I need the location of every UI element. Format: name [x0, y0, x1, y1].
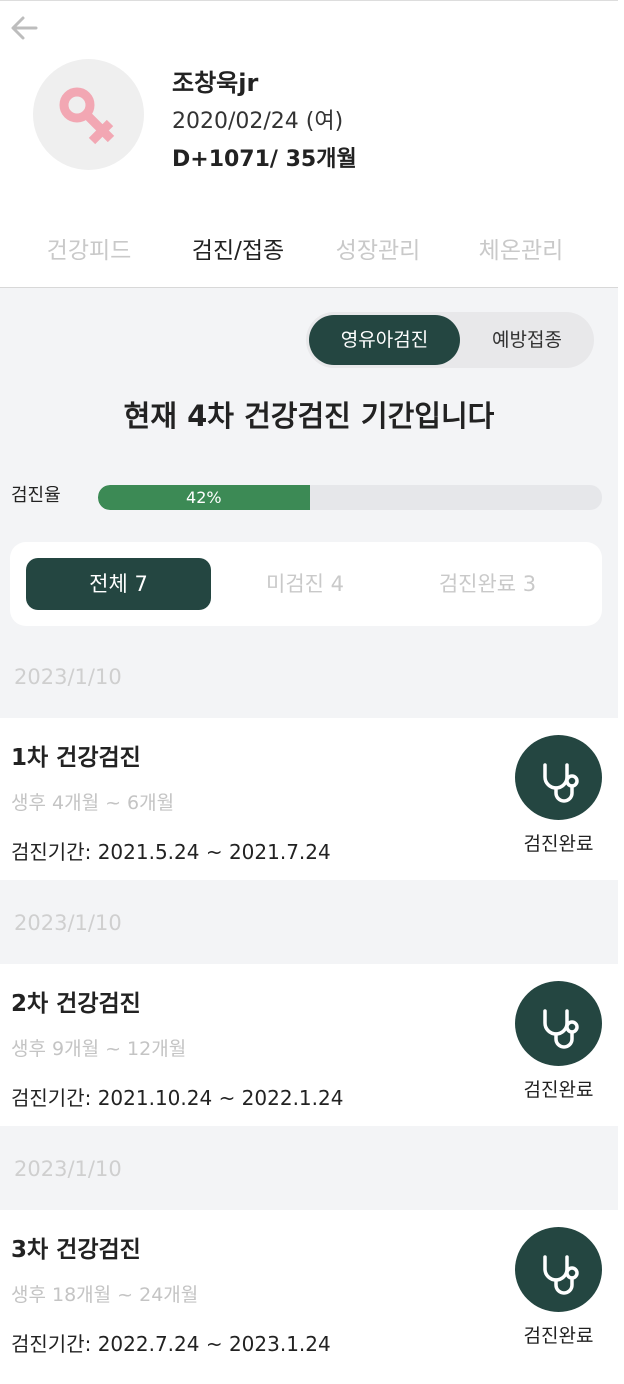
- stethoscope-icon[interactable]: [515, 981, 602, 1066]
- checkup-title: 2차 건강검진: [11, 991, 141, 1017]
- checkup-title: 3차 건강검진: [11, 1237, 141, 1263]
- checkup-age-range: 생후 4개월 ~ 6개월: [11, 792, 175, 814]
- checkup-age-range: 생후 18개월 ~ 24개월: [11, 1284, 199, 1306]
- checkup-date: 2023/1/10: [14, 1157, 122, 1181]
- checkup-card[interactable]: 3차 건강검진 생후 18개월 ~ 24개월 검진기간: 2022.7.24 ~…: [0, 1210, 618, 1354]
- female-symbol-icon: [59, 87, 115, 145]
- checkup-status: 검진완료: [523, 1079, 594, 1101]
- vaccination-option[interactable]: 예방접종: [463, 315, 591, 365]
- stethoscope-icon[interactable]: [515, 735, 602, 820]
- checkup-card[interactable]: 2차 건강검진 생후 9개월 ~ 12개월 검진기간: 2021.10.24 ~…: [0, 964, 618, 1126]
- checkup-period: 검진기간: 2022.7.24 ~ 2023.1.24: [11, 1332, 331, 1354]
- checkup-date: 2023/1/10: [14, 911, 122, 935]
- checkup-status: 검진완료: [523, 1325, 594, 1347]
- status-filter: 전체 7 미검진 4 검진완료 3: [10, 542, 602, 626]
- checkup-title: 1차 건강검진: [11, 745, 141, 771]
- avatar[interactable]: [33, 59, 144, 170]
- tab-checkup-vaccination[interactable]: 검진/접종: [163, 231, 313, 265]
- checkup-age-range: 생후 9개월 ~ 12개월: [11, 1038, 187, 1060]
- infant-checkup-option[interactable]: 영유아검진: [309, 315, 460, 365]
- day-count: D+1071/ 35개월: [172, 147, 357, 172]
- checkup-period: 검진기간: 2021.5.24 ~ 2021.7.24: [11, 840, 331, 864]
- tab-health-feed[interactable]: 건강피드: [14, 231, 164, 265]
- app-screen: 조창욱jr 2020/02/24 (여) D+1071/ 35개월 건강피드 검…: [0, 0, 618, 1354]
- birth-date: 2020/02/24 (여): [172, 109, 344, 134]
- filter-not-done[interactable]: 미검진 4: [220, 558, 390, 610]
- stethoscope-icon[interactable]: [515, 1227, 602, 1312]
- current-period-title: 현재 4차 건강검진 기간입니다: [123, 399, 495, 433]
- checkup-card[interactable]: 1차 건강검진 생후 4개월 ~ 6개월 검진기간: 2021.5.24 ~ 2…: [0, 718, 618, 880]
- tab-bar: 건강피드 검진/접종 성장관리 체온관리: [0, 231, 618, 271]
- checkup-rate-bar: 42%: [98, 485, 602, 510]
- checkup-rate-text: 42%: [186, 488, 222, 507]
- checkup-type-toggle: 영유아검진 예방접종: [306, 312, 594, 368]
- checkup-date: 2023/1/10: [14, 665, 122, 689]
- tab-growth[interactable]: 성장관리: [303, 231, 453, 265]
- back-arrow-icon[interactable]: [8, 11, 42, 45]
- tab-temperature[interactable]: 체온관리: [446, 231, 596, 265]
- profile-header: 조창욱jr 2020/02/24 (여) D+1071/ 35개월 건강피드 검…: [0, 1, 618, 288]
- child-name: 조창욱jr: [172, 69, 259, 97]
- checkup-rate-label: 검진율: [11, 485, 61, 506]
- filter-done[interactable]: 검진완료 3: [400, 558, 575, 610]
- checkup-status: 검진완료: [523, 833, 594, 855]
- checkup-period: 검진기간: 2021.10.24 ~ 2022.1.24: [11, 1086, 344, 1110]
- filter-all[interactable]: 전체 7: [26, 558, 211, 610]
